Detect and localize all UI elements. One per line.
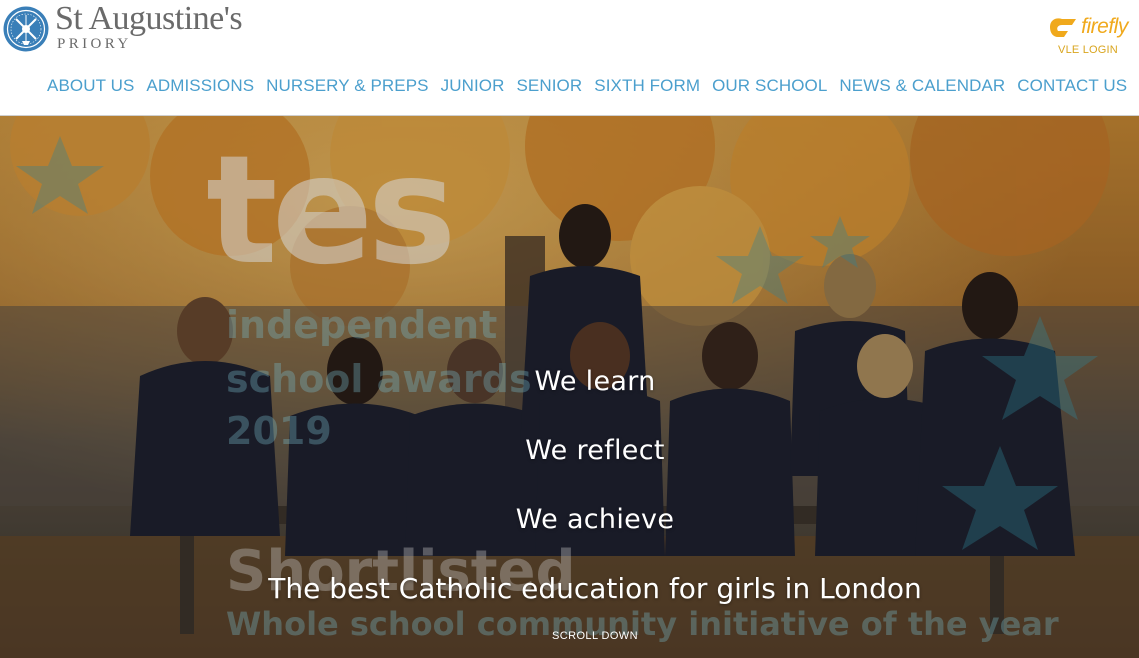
main-nav: ABOUT US ADMISSIONS NURSERY & PREPS JUNI… (47, 76, 1127, 96)
nav-news-calendar[interactable]: NEWS & CALENDAR (839, 76, 1005, 96)
vle-login-link[interactable]: VLE LOGIN (1046, 44, 1130, 56)
tagline-reflect: We reflect (525, 435, 665, 466)
scroll-down-link[interactable]: SCROLL DOWN (0, 630, 1139, 642)
school-logo[interactable]: St Augustine's PRIORY (2, 0, 243, 53)
badge-brand: tes (206, 124, 457, 298)
nav-junior[interactable]: JUNIOR (441, 76, 505, 96)
hero-motto: The best Catholic education for girls in… (268, 572, 922, 605)
firefly-logo-icon (1050, 18, 1077, 37)
site-header: St Augustine's PRIORY firefly VLE LOGIN … (0, 0, 1139, 116)
nav-our-school[interactable]: OUR SCHOOL (712, 76, 827, 96)
firefly-brand: firefly (1081, 15, 1128, 38)
nav-about-us[interactable]: ABOUT US (47, 76, 134, 96)
nav-senior[interactable]: SENIOR (516, 76, 582, 96)
school-crest-icon (3, 6, 49, 52)
tagline-achieve: We achieve (515, 504, 675, 535)
school-name: St Augustine's (55, 0, 243, 37)
tagline-learn: We learn (534, 366, 656, 397)
nav-contact-us[interactable]: CONTACT US (1017, 76, 1127, 96)
nav-sixth-form[interactable]: SIXTH FORM (594, 76, 700, 96)
hero-banner: tes independent school awards 2019 Short… (0, 116, 1139, 658)
firefly-vle-link[interactable]: firefly VLE LOGIN (1046, 15, 1130, 56)
nav-nursery-preps[interactable]: NURSERY & PREPS (266, 76, 428, 96)
badge-line-1: independent (226, 303, 498, 347)
nav-admissions[interactable]: ADMISSIONS (146, 76, 254, 96)
school-name-sub: PRIORY (57, 36, 132, 52)
